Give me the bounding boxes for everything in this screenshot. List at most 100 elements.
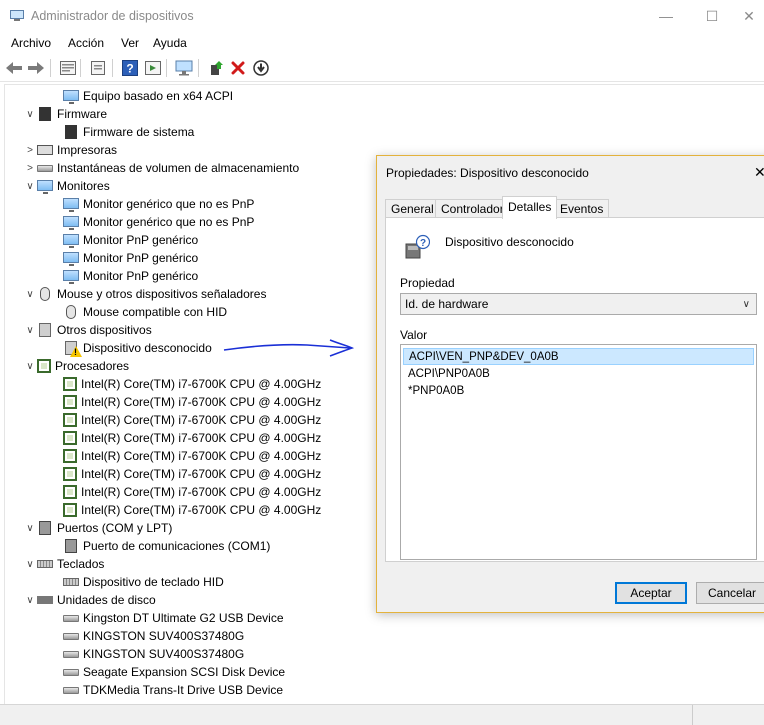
tree-row[interactable]: ∨ Procesadores <box>23 357 129 375</box>
toolbar-separator <box>166 59 167 77</box>
cancel-button[interactable]: Cancelar <box>696 582 764 604</box>
tree-row[interactable]: Dispositivo de teclado HID <box>43 573 224 591</box>
expand-icon[interactable]: > <box>23 159 37 177</box>
help-icon[interactable]: ? <box>120 58 140 78</box>
properties-icon[interactable] <box>58 58 78 78</box>
download-icon[interactable] <box>251 58 271 78</box>
collapse-icon[interactable]: ∨ <box>23 555 37 573</box>
tree-row[interactable]: Intel(R) Core(TM) i7-6700K CPU @ 4.00GHz <box>43 465 321 483</box>
run-icon[interactable] <box>143 58 163 78</box>
monitor-icon <box>63 251 79 266</box>
update-driver-icon[interactable] <box>206 58 226 78</box>
tree-row-label: Intel(R) Core(TM) i7-6700K CPU @ 4.00GHz <box>81 485 322 499</box>
value-listbox[interactable]: ACPI\VEN_PNP&DEV_0A0B ACPI\PNP0A0B *PNP0… <box>400 344 757 560</box>
tree-row[interactable]: ∨ Unidades de disco <box>23 591 155 609</box>
property-label: Propiedad <box>400 276 455 290</box>
chip-icon <box>63 503 77 517</box>
forward-icon[interactable] <box>26 58 46 78</box>
tab-general[interactable]: General <box>385 199 440 218</box>
chip-icon <box>63 431 77 445</box>
tree-row[interactable]: KINGSTON SUV400S37480G <box>43 627 244 645</box>
drive-icon <box>63 650 79 658</box>
tree-row-label: Intel(R) Core(TM) i7-6700K CPU @ 4.00GHz <box>81 431 322 445</box>
tree-row[interactable]: Intel(R) Core(TM) i7-6700K CPU @ 4.00GHz <box>43 429 321 447</box>
menu-ayuda[interactable]: Ayuda <box>153 36 187 50</box>
collapse-icon[interactable]: ∨ <box>23 519 37 537</box>
collapse-icon[interactable]: ∨ <box>23 105 37 123</box>
ok-button[interactable]: Aceptar <box>615 582 687 604</box>
status-bar <box>0 704 764 725</box>
tree-row[interactable]: Intel(R) Core(TM) i7-6700K CPU @ 4.00GHz <box>43 375 321 393</box>
tree-row[interactable]: Monitor genérico que no es PnP <box>43 195 254 213</box>
list-item[interactable]: ACPI\PNP0A0B <box>403 366 754 383</box>
printer-icon <box>37 145 53 155</box>
annotation-arrow <box>223 339 355 357</box>
close-button[interactable]: ✕ <box>734 4 764 28</box>
collapse-icon[interactable]: ∨ <box>23 357 37 375</box>
tree-row-label: Procesadores <box>55 359 130 373</box>
menu-accion[interactable]: Acción <box>68 36 104 50</box>
tab-controlador[interactable]: Controlador <box>435 199 510 218</box>
list-item[interactable]: *PNP0A0B <box>403 383 754 400</box>
tree-row[interactable]: Intel(R) Core(TM) i7-6700K CPU @ 4.00GHz <box>43 483 321 501</box>
collapse-icon[interactable]: ∨ <box>23 177 37 195</box>
keyboard-icon <box>63 578 79 586</box>
tree-row[interactable]: Kingston DT Ultimate G2 USB Device <box>43 609 284 627</box>
value-label: Valor <box>400 328 428 342</box>
tree-row[interactable]: ∨ Otros dispositivos <box>23 321 152 339</box>
port-icon <box>65 539 77 553</box>
refresh-icon[interactable] <box>88 58 108 78</box>
tree-row-label: Otros dispositivos <box>57 323 152 337</box>
dialog-close-button[interactable]: ✕ <box>754 164 764 181</box>
maximize-button[interactable]: ☐ <box>689 4 735 28</box>
uninstall-icon[interactable] <box>228 58 248 78</box>
tree-row[interactable]: Seagate Expansion SCSI Disk Device <box>43 663 285 681</box>
tree-row[interactable]: Firmware de sistema <box>43 123 194 141</box>
tree-row[interactable]: Monitor genérico que no es PnP <box>43 213 254 231</box>
tree-row[interactable]: > Impresoras <box>23 141 117 159</box>
tree-row-label: Kingston DT Ultimate G2 USB Device <box>83 611 284 625</box>
collapse-icon <box>43 609 63 627</box>
tree-row-label: Intel(R) Core(TM) i7-6700K CPU @ 4.00GHz <box>81 377 322 391</box>
collapse-icon[interactable]: ∨ <box>23 591 37 609</box>
monitor-icon <box>63 269 79 284</box>
tree-row[interactable]: Monitor PnP genérico <box>43 249 198 267</box>
tree-row[interactable]: Mouse compatible con HID <box>43 303 227 321</box>
tree-row[interactable]: ∨ Teclados <box>23 555 104 573</box>
tree-row[interactable]: Monitor PnP genérico <box>43 267 198 285</box>
toolbar: ? <box>0 54 764 82</box>
tree-row[interactable]: > Instantáneas de volumen de almacenamien… <box>23 159 299 177</box>
tree-row[interactable]: ∨ Firmware <box>23 105 107 123</box>
collapse-icon <box>43 447 63 465</box>
tree-row[interactable]: Monitor PnP genérico <box>43 231 198 249</box>
tree-row[interactable]: ∨ Monitores <box>23 177 110 195</box>
menu-archivo[interactable]: Archivo <box>11 36 51 50</box>
property-select[interactable]: Id. de hardware ∨ <box>400 293 757 315</box>
expand-icon[interactable]: > <box>23 141 37 159</box>
collapse-icon[interactable]: ∨ <box>23 285 37 303</box>
tree-row[interactable]: Intel(R) Core(TM) i7-6700K CPU @ 4.00GHz <box>43 393 321 411</box>
toolbar-separator <box>80 59 81 77</box>
tree-row[interactable]: Intel(R) Core(TM) i7-6700K CPU @ 4.00GHz <box>43 411 321 429</box>
monitor-icon[interactable] <box>174 58 194 78</box>
tree-row[interactable]: KINGSTON SUV400S37480G <box>43 645 244 663</box>
tab-detalles[interactable]: Detalles <box>502 196 558 219</box>
menu-ver[interactable]: Ver <box>121 36 139 50</box>
tree-row-label: Mouse compatible con HID <box>83 305 228 319</box>
tree-row[interactable]: Equipo basado en x64 ACPI <box>43 87 233 105</box>
tree-row[interactable]: ∨ Mouse y otros dispositivos señaladores <box>23 285 266 303</box>
tree-row[interactable]: TDKMedia Trans-It Drive USB Device <box>43 681 283 699</box>
back-icon[interactable] <box>4 58 24 78</box>
mouse-icon <box>40 287 50 301</box>
tree-row[interactable]: Dispositivo desconocido <box>43 339 212 357</box>
minimize-button[interactable]: — <box>643 4 689 28</box>
collapse-icon[interactable]: ∨ <box>23 321 37 339</box>
tree-row[interactable]: ∨ Puertos (COM y LPT) <box>23 519 172 537</box>
tree-row[interactable]: Intel(R) Core(TM) i7-6700K CPU @ 4.00GHz <box>43 447 321 465</box>
firmware-icon <box>65 125 77 139</box>
tab-eventos[interactable]: Eventos <box>554 199 610 218</box>
list-item[interactable]: ACPI\VEN_PNP&DEV_0A0B <box>403 348 754 365</box>
tree-row-label: Monitor genérico que no es PnP <box>83 197 255 211</box>
tree-row[interactable]: Puerto de comunicaciones (COM1) <box>43 537 270 555</box>
tree-row[interactable]: Intel(R) Core(TM) i7-6700K CPU @ 4.00GHz <box>43 501 321 519</box>
